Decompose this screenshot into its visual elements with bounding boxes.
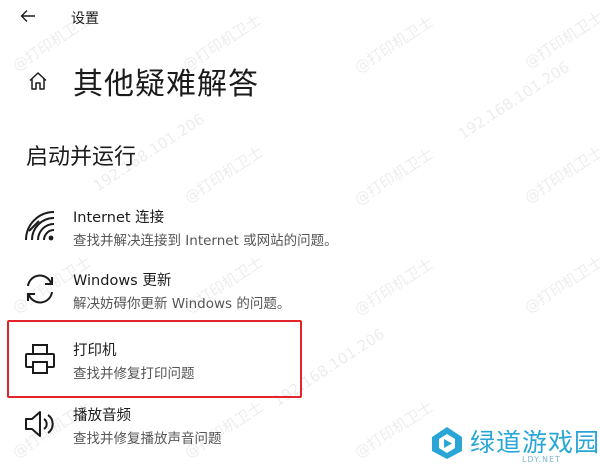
item-description: 查找并修复播放声音问题 (73, 431, 222, 447)
site-logo: 绿道游戏园 LDY.NET (430, 423, 600, 475)
watermark-text: @打印机卫士 (351, 12, 437, 77)
item-description: 查找并解决连接到 Internet 或网站的问题。 (73, 233, 338, 249)
logo-subtext: LDY.NET (522, 455, 561, 464)
troubleshooter-item-internet[interactable]: Internet 连接 查找并解决连接到 Internet 或网站的问题。 (20, 203, 420, 253)
troubleshooter-item-audio[interactable]: 播放音频 查找并修复播放声音问题 (20, 401, 420, 451)
watermark-ip: 192.168.101.206 (455, 57, 573, 144)
highlight-box (7, 320, 302, 398)
window-title: 设置 (71, 11, 99, 27)
home-icon[interactable] (27, 70, 49, 92)
logo-text: 绿道游戏园 (470, 428, 600, 457)
speaker-icon (25, 411, 54, 437)
back-arrow-icon (20, 10, 35, 22)
wifi-icon (25, 211, 55, 241)
troubleshooter-item-windows-update[interactable]: Windows 更新 解决妨碍你更新 Windows 的问题。 (20, 266, 420, 316)
back-button[interactable] (18, 6, 38, 26)
item-label: 播放音频 (73, 408, 131, 424)
watermark-text: @打印机卫士 (181, 142, 267, 207)
item-description: 解决妨碍你更新 Windows 的问题。 (73, 296, 291, 312)
watermark-text: @打印机卫士 (521, 252, 600, 317)
item-label: Internet 连接 (73, 210, 165, 226)
logo-mark-icon (432, 427, 462, 459)
sync-icon (27, 274, 53, 304)
item-label: Windows 更新 (73, 273, 172, 289)
watermark-text: @打印机卫士 (521, 142, 600, 207)
section-title: 启动并运行 (26, 145, 137, 170)
watermark-text: @打印机卫士 (351, 144, 437, 209)
page-title: 其他疑难解答 (73, 67, 259, 102)
watermark-text: @打印机卫士 (521, 7, 600, 72)
